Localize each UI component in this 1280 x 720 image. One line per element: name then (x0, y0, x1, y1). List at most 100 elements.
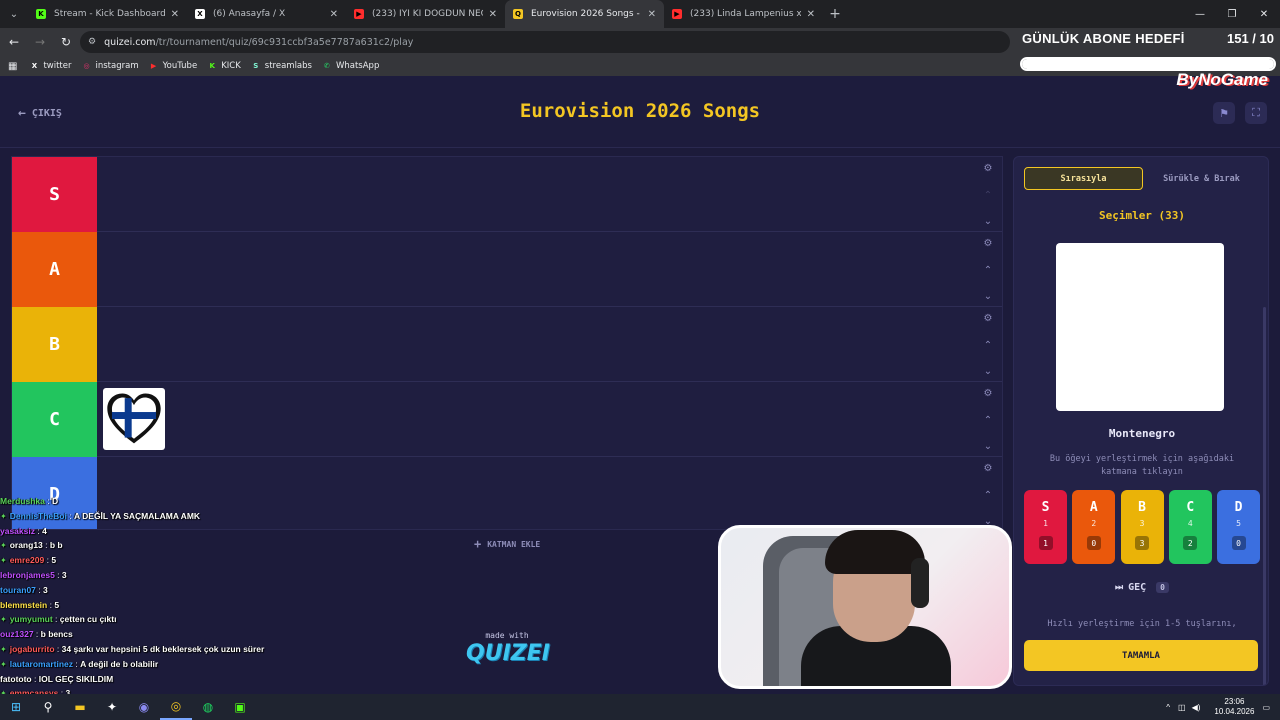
browser-tab[interactable]: X (6) Anasayfa / X ✕ (187, 0, 346, 28)
chat-message: yasaksiz : 4 (0, 524, 330, 539)
place-tier-c-button[interactable]: C 4 2 (1168, 490, 1212, 564)
tier-item-finland[interactable] (103, 388, 165, 450)
tab-close-icon[interactable]: ✕ (807, 9, 815, 20)
skip-button[interactable]: ⏭ GEÇ 0 (1014, 582, 1268, 593)
tier-row-b[interactable]: B ⚙ ⌃ ⌄ (12, 307, 1002, 382)
address-bar[interactable]: ⚙ quizei.com /tr/tournament/quiz/69c931c… (80, 31, 1010, 53)
bookmark-label: streamlabs (264, 61, 312, 71)
app-icon[interactable]: ✦ (96, 694, 128, 720)
browser-tab[interactable]: K Stream - Kick Dashboard ✕ (28, 0, 187, 28)
tab-close-icon[interactable]: ✕ (648, 9, 656, 20)
flag-icon[interactable]: ⚑ (1213, 102, 1235, 124)
streaming-app-icon[interactable]: ▣ (224, 694, 256, 720)
tab-close-icon[interactable]: ✕ (489, 9, 497, 20)
site-info-icon[interactable]: ⚙ (88, 37, 96, 47)
webcam-headphones (911, 558, 929, 608)
place-tier-a-button[interactable]: A 2 0 (1072, 490, 1116, 564)
fullscreen-icon[interactable]: ⛶ (1245, 102, 1267, 124)
file-explorer-icon[interactable]: ▬ (64, 694, 96, 720)
browser-tab[interactable]: ▶ (233) Linda Lampenius x Pete P ✕ (664, 0, 823, 28)
volume-icon[interactable]: ◀) (1192, 703, 1201, 712)
move-down-icon[interactable]: ⌄ (984, 441, 992, 452)
tab-search-icon[interactable]: ⌄ (0, 0, 28, 28)
chat-username: fatototo (0, 673, 32, 684)
move-up-icon[interactable]: ⌃ (984, 340, 992, 351)
apps-icon[interactable]: ▦ (8, 61, 17, 72)
chat-username: lebronjames5 (0, 569, 55, 580)
close-window-icon[interactable]: ✕ (1248, 0, 1280, 28)
tier-controls: ⚙ ⌃ ⌄ (978, 313, 998, 377)
url-host: quizei.com (104, 36, 156, 48)
tray-chevron-icon[interactable]: ^ (1166, 703, 1170, 712)
tier-board: S ⚙ ⌃ ⌄ A ⚙ ⌃ ⌄ B ⚙ ⌃ ⌄ C ⚙ ⌃ ⌄ D ⚙ ⌃ ⌄ (11, 156, 1003, 530)
tab-favicon-icon: ▶ (672, 9, 682, 19)
move-up-icon[interactable]: ⌃ (984, 265, 992, 276)
bookmark-kick[interactable]: K KICK (207, 61, 240, 71)
chat-separator: : (52, 614, 60, 625)
settings-gear-icon[interactable]: ⚙ (984, 388, 993, 399)
back-icon[interactable]: ← (2, 35, 26, 49)
browser-tab[interactable]: Q Eurovision 2026 Songs - Tier Li ✕ (505, 0, 664, 28)
made-with-quizei[interactable]: made with QUIZEI (466, 631, 550, 666)
settings-gear-icon[interactable]: ⚙ (984, 238, 993, 249)
bookmark-label: instagram (95, 61, 139, 71)
add-tier-button[interactable]: + KATMAN EKLE (474, 537, 540, 551)
notifications-icon[interactable]: ▭ (1262, 703, 1270, 712)
spotify-icon[interactable]: ◍ (192, 694, 224, 720)
tier-row-c[interactable]: C ⚙ ⌃ ⌄ (12, 382, 1002, 457)
new-tab-button[interactable]: + (823, 6, 847, 22)
discord-icon[interactable]: ◉ (128, 694, 160, 720)
place-tier-d-button[interactable]: D 5 0 (1217, 490, 1260, 564)
move-down-icon[interactable]: ⌄ (984, 366, 992, 377)
tier-label[interactable]: C (12, 382, 97, 457)
move-up-icon[interactable]: ⌃ (984, 190, 992, 201)
bookmark-youtube[interactable]: ▶ YouTube (149, 61, 197, 71)
chat-message: ✦ orang13 : b b (0, 538, 330, 553)
settings-gear-icon[interactable]: ⚙ (984, 463, 993, 474)
sub-badge-icon: ✦ (0, 659, 7, 669)
complete-button[interactable]: TAMAMLA (1024, 640, 1258, 671)
tab-close-icon[interactable]: ✕ (171, 9, 179, 20)
bookmark-whatsapp[interactable]: ✆ WhatsApp (322, 61, 379, 71)
forward-icon[interactable]: → (28, 35, 52, 49)
tier-row-a[interactable]: A ⚙ ⌃ ⌄ (12, 232, 1002, 307)
clock[interactable]: 23:06 10.04.2026 (1214, 697, 1254, 717)
browser-tab-strip: ⌄ K Stream - Kick Dashboard ✕ X (6) Anasayfa… (0, 0, 1280, 28)
chat-text: 3 (61, 569, 67, 580)
tier-button-letter: C (1186, 500, 1195, 515)
browser-tab[interactable]: ▶ (233) İYİ Kİ DOĞDUN NECO! - Y ✕ (346, 0, 505, 28)
restore-icon[interactable]: ❐ (1216, 0, 1248, 28)
tab-close-icon[interactable]: ✕ (330, 9, 338, 20)
tier-row-s[interactable]: S ⚙ ⌃ ⌄ (12, 157, 1002, 232)
goal-label: GÜNLÜK ABONE HEDEFİ (1022, 31, 1185, 46)
bookmark-streamlabs[interactable]: Sstreamlabs (251, 61, 312, 71)
chrome-icon[interactable]: ◎ (160, 694, 192, 720)
chat-text: 3 (43, 584, 48, 595)
bookmark-instagram[interactable]: ◎ instagram (82, 61, 139, 71)
chat-username: blemmstein (0, 599, 48, 610)
chat-username: DennisTheBoi (9, 510, 67, 521)
bookmark-twitter[interactable]: Xtwitter (29, 61, 72, 71)
reload-icon[interactable]: ↻ (54, 35, 78, 49)
move-up-icon[interactable]: ⌃ (984, 490, 992, 501)
move-up-icon[interactable]: ⌃ (984, 415, 992, 426)
tier-label[interactable]: S (12, 157, 97, 232)
settings-gear-icon[interactable]: ⚙ (984, 163, 993, 174)
move-down-icon[interactable]: ⌄ (984, 291, 992, 302)
mode-drag-button[interactable]: Sürükle & Bırak (1143, 167, 1260, 190)
tier-label[interactable]: B (12, 307, 97, 382)
place-tier-s-button[interactable]: S 1 1 (1024, 490, 1067, 564)
move-down-icon[interactable]: ⌄ (984, 216, 992, 227)
panel-scrollbar[interactable] (1263, 307, 1266, 685)
place-tier-b-button[interactable]: B 3 3 (1120, 490, 1164, 564)
windows-start-icon[interactable]: ⊞ (0, 694, 32, 720)
chat-text: A değil de b olabilir (80, 658, 159, 669)
mode-ordered-button[interactable]: Sırasıyla (1024, 167, 1143, 190)
network-icon[interactable]: ◫ (1178, 703, 1186, 712)
settings-gear-icon[interactable]: ⚙ (984, 313, 993, 324)
minimize-icon[interactable]: — (1184, 0, 1216, 28)
tier-label[interactable]: A (12, 232, 97, 307)
search-icon[interactable]: ⚲ (32, 694, 64, 720)
url-path: /tr/tournament/quiz/69c931ccbf3a5e7787a6… (155, 36, 414, 48)
chat-text: D (51, 496, 59, 506)
